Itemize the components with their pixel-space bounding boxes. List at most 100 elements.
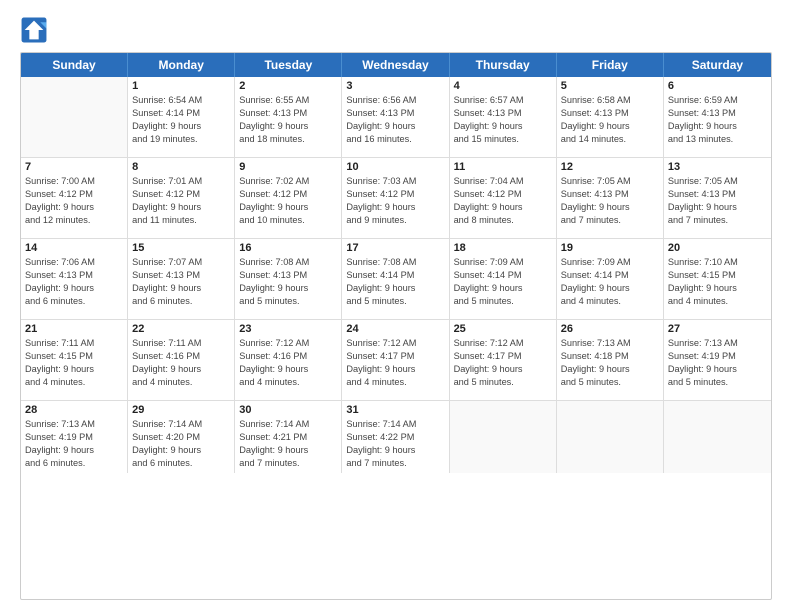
calendar-row-1: 1Sunrise: 6:54 AMSunset: 4:14 PMDaylight…: [21, 77, 771, 158]
cell-line: and 4 minutes.: [668, 295, 767, 308]
cell-line: and 6 minutes.: [132, 295, 230, 308]
cell-line: Daylight: 9 hours: [132, 444, 230, 457]
header-day-saturday: Saturday: [664, 53, 771, 77]
cell-line: and 7 minutes.: [346, 457, 444, 470]
cell-line: and 8 minutes.: [454, 214, 552, 227]
header-day-monday: Monday: [128, 53, 235, 77]
cell-line: and 7 minutes.: [239, 457, 337, 470]
cell-line: Sunrise: 7:02 AM: [239, 175, 337, 188]
cell-line: Sunrise: 7:13 AM: [561, 337, 659, 350]
calendar-cell-5-3: 30Sunrise: 7:14 AMSunset: 4:21 PMDayligh…: [235, 401, 342, 473]
cell-line: Daylight: 9 hours: [346, 363, 444, 376]
cell-line: and 16 minutes.: [346, 133, 444, 146]
cell-line: Daylight: 9 hours: [239, 444, 337, 457]
cell-line: Daylight: 9 hours: [239, 363, 337, 376]
calendar-row-4: 21Sunrise: 7:11 AMSunset: 4:15 PMDayligh…: [21, 320, 771, 401]
day-number: 8: [132, 161, 230, 173]
calendar-cell-3-2: 15Sunrise: 7:07 AMSunset: 4:13 PMDayligh…: [128, 239, 235, 319]
calendar-cell-2-1: 7Sunrise: 7:00 AMSunset: 4:12 PMDaylight…: [21, 158, 128, 238]
header-day-tuesday: Tuesday: [235, 53, 342, 77]
cell-line: Sunset: 4:12 PM: [25, 188, 123, 201]
cell-line: and 5 minutes.: [346, 295, 444, 308]
cell-line: and 5 minutes.: [668, 376, 767, 389]
cell-line: Sunset: 4:12 PM: [454, 188, 552, 201]
cell-line: and 4 minutes.: [561, 295, 659, 308]
cell-line: Sunrise: 7:07 AM: [132, 256, 230, 269]
cell-line: Sunrise: 7:14 AM: [132, 418, 230, 431]
cell-line: Sunrise: 7:14 AM: [346, 418, 444, 431]
day-number: 4: [454, 80, 552, 92]
cell-line: Sunrise: 7:08 AM: [346, 256, 444, 269]
day-number: 3: [346, 80, 444, 92]
day-number: 6: [668, 80, 767, 92]
cell-line: Sunrise: 6:56 AM: [346, 94, 444, 107]
cell-line: Daylight: 9 hours: [454, 282, 552, 295]
cell-line: Sunset: 4:13 PM: [561, 107, 659, 120]
cell-line: Daylight: 9 hours: [561, 363, 659, 376]
cell-line: Daylight: 9 hours: [25, 282, 123, 295]
cell-line: Sunset: 4:13 PM: [239, 269, 337, 282]
calendar-body: 1Sunrise: 6:54 AMSunset: 4:14 PMDaylight…: [21, 77, 771, 473]
page: SundayMondayTuesdayWednesdayThursdayFrid…: [0, 0, 792, 612]
cell-line: Daylight: 9 hours: [454, 363, 552, 376]
day-number: 7: [25, 161, 123, 173]
cell-line: Sunrise: 6:55 AM: [239, 94, 337, 107]
cell-line: and 19 minutes.: [132, 133, 230, 146]
day-number: 26: [561, 323, 659, 335]
cell-line: Sunrise: 7:09 AM: [561, 256, 659, 269]
cell-line: Daylight: 9 hours: [561, 201, 659, 214]
cell-line: Sunrise: 7:05 AM: [668, 175, 767, 188]
cell-line: Sunrise: 6:54 AM: [132, 94, 230, 107]
cell-line: and 15 minutes.: [454, 133, 552, 146]
cell-line: Sunset: 4:19 PM: [668, 350, 767, 363]
logo-icon: [20, 16, 48, 44]
calendar-cell-4-3: 23Sunrise: 7:12 AMSunset: 4:16 PMDayligh…: [235, 320, 342, 400]
cell-line: and 6 minutes.: [25, 457, 123, 470]
cell-line: Sunset: 4:20 PM: [132, 431, 230, 444]
day-number: 28: [25, 404, 123, 416]
header-day-friday: Friday: [557, 53, 664, 77]
calendar-row-5: 28Sunrise: 7:13 AMSunset: 4:19 PMDayligh…: [21, 401, 771, 473]
calendar-cell-5-6: [557, 401, 664, 473]
cell-line: and 13 minutes.: [668, 133, 767, 146]
calendar-row-3: 14Sunrise: 7:06 AMSunset: 4:13 PMDayligh…: [21, 239, 771, 320]
day-number: 13: [668, 161, 767, 173]
cell-line: Sunset: 4:13 PM: [454, 107, 552, 120]
day-number: 15: [132, 242, 230, 254]
cell-line: Sunset: 4:13 PM: [668, 107, 767, 120]
cell-line: Daylight: 9 hours: [132, 282, 230, 295]
cell-line: Daylight: 9 hours: [132, 363, 230, 376]
cell-line: Sunset: 4:14 PM: [132, 107, 230, 120]
cell-line: and 12 minutes.: [25, 214, 123, 227]
cell-line: Sunrise: 7:08 AM: [239, 256, 337, 269]
cell-line: Sunset: 4:13 PM: [346, 107, 444, 120]
cell-line: Sunset: 4:22 PM: [346, 431, 444, 444]
cell-line: and 5 minutes.: [454, 295, 552, 308]
cell-line: Sunrise: 7:04 AM: [454, 175, 552, 188]
cell-line: and 9 minutes.: [346, 214, 444, 227]
cell-line: and 7 minutes.: [668, 214, 767, 227]
cell-line: Daylight: 9 hours: [132, 201, 230, 214]
calendar-cell-4-7: 27Sunrise: 7:13 AMSunset: 4:19 PMDayligh…: [664, 320, 771, 400]
calendar-cell-4-1: 21Sunrise: 7:11 AMSunset: 4:15 PMDayligh…: [21, 320, 128, 400]
day-number: 19: [561, 242, 659, 254]
calendar-cell-1-3: 2Sunrise: 6:55 AMSunset: 4:13 PMDaylight…: [235, 77, 342, 157]
cell-line: Sunset: 4:14 PM: [561, 269, 659, 282]
calendar-cell-1-7: 6Sunrise: 6:59 AMSunset: 4:13 PMDaylight…: [664, 77, 771, 157]
day-number: 14: [25, 242, 123, 254]
calendar-cell-3-3: 16Sunrise: 7:08 AMSunset: 4:13 PMDayligh…: [235, 239, 342, 319]
day-number: 5: [561, 80, 659, 92]
cell-line: Sunset: 4:13 PM: [25, 269, 123, 282]
cell-line: Sunset: 4:12 PM: [239, 188, 337, 201]
cell-line: Sunset: 4:16 PM: [239, 350, 337, 363]
cell-line: Sunrise: 7:10 AM: [668, 256, 767, 269]
cell-line: Sunset: 4:13 PM: [668, 188, 767, 201]
cell-line: Sunset: 4:19 PM: [25, 431, 123, 444]
cell-line: Daylight: 9 hours: [346, 201, 444, 214]
day-number: 16: [239, 242, 337, 254]
day-number: 24: [346, 323, 444, 335]
cell-line: Sunrise: 7:11 AM: [25, 337, 123, 350]
cell-line: Sunrise: 7:09 AM: [454, 256, 552, 269]
cell-line: and 4 minutes.: [132, 376, 230, 389]
header-day-sunday: Sunday: [21, 53, 128, 77]
